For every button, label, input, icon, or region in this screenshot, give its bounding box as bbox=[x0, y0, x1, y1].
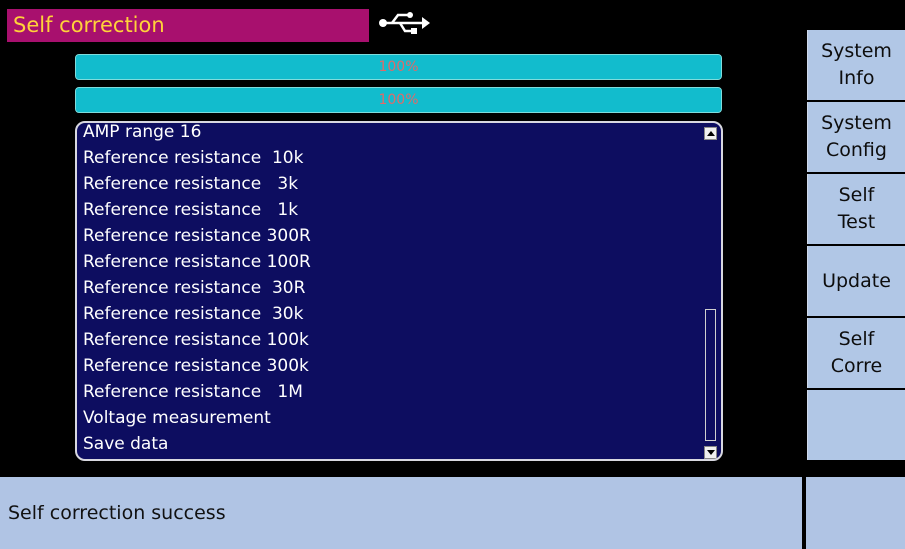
usb-icon bbox=[378, 11, 430, 35]
list-item: Reference resistance 30k bbox=[83, 304, 304, 324]
window-title: Self correction bbox=[7, 9, 369, 42]
update-button[interactable]: Update bbox=[807, 246, 905, 316]
list-item: Reference resistance 300R bbox=[83, 226, 311, 246]
status-message: Self correction success bbox=[0, 477, 802, 549]
list-item: Reference resistance 1M bbox=[83, 382, 303, 402]
log-list-panel[interactable]: AMP range 16 Reference resistance 10k Re… bbox=[75, 121, 723, 461]
list-item: Reference resistance 1k bbox=[83, 200, 299, 220]
progress-bar-2: 100% bbox=[75, 87, 722, 113]
progress-label-2: 100% bbox=[378, 92, 419, 108]
system-config-button[interactable]: System Config bbox=[807, 102, 905, 172]
list-item: Reference resistance 3k bbox=[83, 174, 299, 194]
list-item: Save data bbox=[83, 434, 169, 454]
list-item: Reference resistance 10k bbox=[83, 148, 304, 168]
list-item: Reference resistance 100R bbox=[83, 252, 311, 272]
scroll-up-arrow-icon[interactable] bbox=[704, 127, 717, 140]
system-info-button[interactable]: System Info bbox=[807, 30, 905, 100]
list-item: Reference resistance 300k bbox=[83, 356, 309, 376]
self-test-button[interactable]: Self Test bbox=[807, 174, 905, 244]
status-side-panel bbox=[806, 477, 905, 549]
log-list: AMP range 16 Reference resistance 10k Re… bbox=[83, 122, 311, 457]
scroll-down-arrow-icon[interactable] bbox=[704, 446, 717, 459]
list-item: AMP range 16 bbox=[83, 122, 202, 142]
progress-bar-1: 100% bbox=[75, 54, 722, 80]
list-item: Voltage measurement bbox=[83, 408, 271, 428]
self-corre-button[interactable]: Self Corre bbox=[807, 318, 905, 388]
scrollbar-thumb[interactable] bbox=[705, 309, 716, 441]
side-menu: System Info System Config Self Test Upda… bbox=[807, 30, 905, 462]
list-item: Reference resistance 100k bbox=[83, 330, 309, 350]
progress-label-1: 100% bbox=[378, 59, 419, 75]
empty-softkey-button[interactable] bbox=[807, 390, 905, 460]
list-item: Reference resistance 30R bbox=[83, 278, 306, 298]
